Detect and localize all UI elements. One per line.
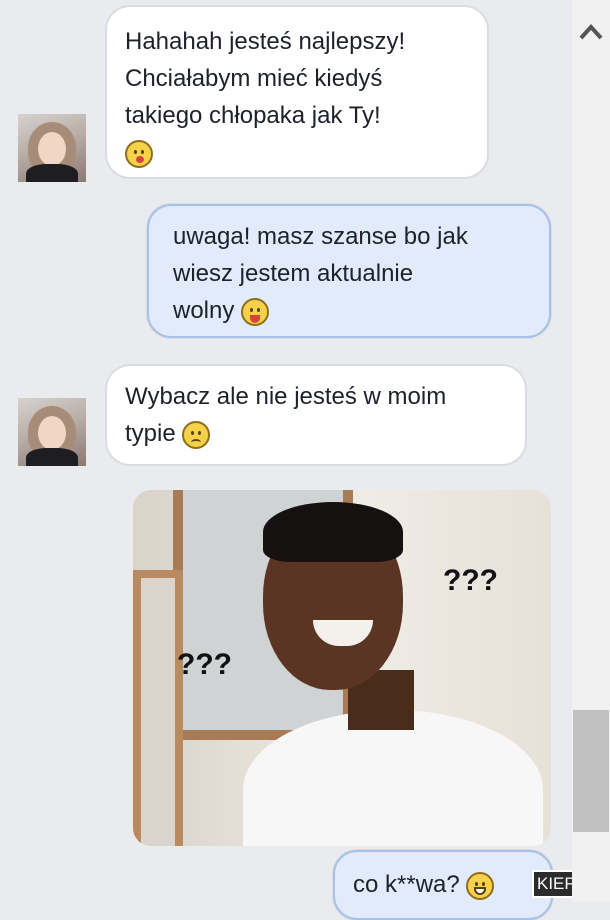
photo-caption-right: ??? [443, 564, 498, 597]
incoming-message: Wybacz ale nie jesteś w moim typie [106, 365, 526, 465]
sad-face-icon [182, 420, 211, 449]
message-line: Chciałabym mieć kiedyś [125, 65, 383, 92]
message-line: Hahahah jesteś najlepszy! [125, 28, 406, 55]
chat-thread: Hahahah jesteś najlepszy! Chciałabym mie… [0, 0, 592, 920]
shared-photo[interactable]: ??? ??? [133, 490, 551, 846]
message-line: takiego chłopaka jak Ty! [125, 102, 381, 129]
chevron-up-icon[interactable] [578, 22, 604, 42]
message-line: co k**wa? [353, 871, 460, 898]
incoming-message: Hahahah jesteś najlepszy! Chciałabym mie… [106, 6, 488, 178]
outgoing-message: co k**wa? [333, 850, 553, 920]
watermark-text: KIEP [537, 874, 576, 893]
tongue-face-icon [241, 297, 270, 326]
message-line: wolny [173, 297, 235, 324]
kiss-face-icon [125, 139, 153, 168]
scrollbar[interactable] [572, 0, 610, 902]
photo-caption-left: ??? [177, 648, 232, 681]
message-line: uwaga! masz szanse bo jak [173, 223, 468, 250]
scrollbar-thumb[interactable] [573, 710, 609, 832]
message-line: wiesz jestem aktualnie [173, 260, 414, 287]
message-line: typie [125, 420, 176, 447]
contact-avatar[interactable] [18, 398, 86, 466]
contact-avatar[interactable] [18, 114, 86, 182]
grin-face-icon [466, 871, 495, 900]
message-line: Wybacz ale nie jesteś w moim [125, 383, 447, 410]
outgoing-message: uwaga! masz szanse bo jak wiesz jestem a… [147, 204, 551, 338]
